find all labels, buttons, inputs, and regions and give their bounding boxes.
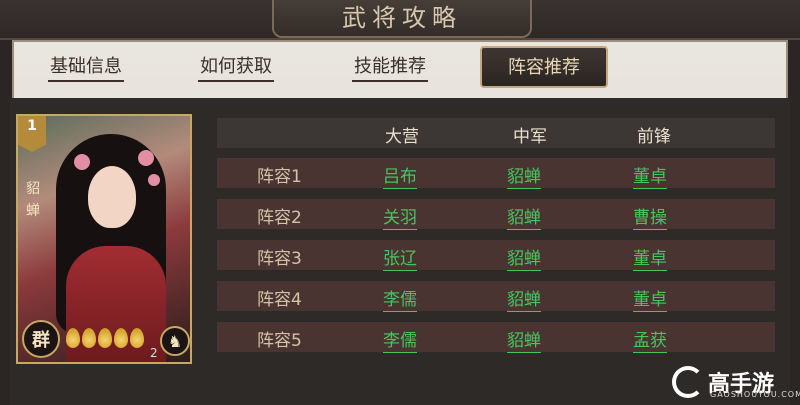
hero-link-dayin[interactable]: 李儒 (383, 285, 417, 312)
hero-link-dayin[interactable]: 关羽 (383, 203, 417, 230)
table-row: 阵容1 吕布 貂蝉 董卓 (217, 158, 775, 189)
flower-icon (148, 174, 160, 186)
hero-portrait-face (88, 166, 136, 228)
hero-link-qianfeng[interactable]: 孟获 (633, 326, 667, 353)
watermark-logo: 高手游 GAOSHOUYOU.COM (672, 362, 800, 402)
lineup-name: 阵容5 (257, 331, 302, 351)
brand-logo-icon (672, 366, 704, 398)
hero-link-zhongjun[interactable]: 貂蝉 (507, 203, 541, 230)
hero-link-zhongjun[interactable]: 貂蝉 (507, 162, 541, 189)
tab-lineup-recommend[interactable]: 阵容推荐 (480, 46, 608, 88)
faction-badge: 群 (22, 320, 60, 358)
flower-icon (74, 154, 90, 170)
hero-level: 2 (150, 346, 158, 360)
tab-how-to-obtain[interactable]: 如何获取 (186, 48, 286, 86)
header-dayin: 大营 (385, 127, 419, 147)
hero-link-zhongjun[interactable]: 貂蝉 (507, 244, 541, 271)
hero-link-dayin[interactable]: 吕布 (383, 162, 417, 189)
tab-label: 阵容推荐 (508, 57, 580, 78)
star-icon (66, 328, 80, 348)
table-row: 阵容3 张辽 貂蝉 董卓 (217, 240, 775, 271)
table-row: 阵容2 关羽 貂蝉 曹操 (217, 199, 775, 230)
brand-url: GAOSHOUYOU.COM (710, 390, 800, 399)
lineup-name: 阵容3 (257, 249, 302, 269)
horse-icon: ♞ (160, 326, 190, 356)
lineup-name: 阵容4 (257, 290, 302, 310)
lineup-name: 阵容1 (257, 167, 302, 187)
hero-link-qianfeng[interactable]: 董卓 (633, 244, 667, 271)
table-header: 大营 中军 前锋 (217, 118, 775, 148)
lineup-name: 阵容2 (257, 208, 302, 228)
star-icon (82, 328, 96, 348)
flower-icon (138, 150, 154, 166)
star-icon (114, 328, 128, 348)
tab-label: 如何获取 (198, 52, 274, 82)
hero-link-qianfeng[interactable]: 董卓 (633, 285, 667, 312)
star-icon (98, 328, 112, 348)
star-icon (130, 328, 144, 348)
hero-link-zhongjun[interactable]: 貂蝉 (507, 285, 541, 312)
hero-link-zhongjun[interactable]: 貂蝉 (507, 326, 541, 353)
tab-label: 技能推荐 (352, 52, 428, 82)
hero-name: 貂 蝉 (26, 181, 40, 219)
table-row: 阵容5 李儒 貂蝉 孟获 (217, 322, 775, 353)
hero-link-qianfeng[interactable]: 曹操 (633, 203, 667, 230)
rank-badge: 1 (18, 116, 46, 152)
tab-skill-recommend[interactable]: 技能推荐 (340, 48, 440, 86)
header-qianfeng: 前锋 (637, 127, 671, 147)
header-zhongjun: 中军 (513, 127, 547, 147)
hero-link-dayin[interactable]: 张辽 (383, 244, 417, 271)
hero-card[interactable]: 1 貂 蝉 群 2 ♞ (16, 114, 192, 364)
hero-link-dayin[interactable]: 李儒 (383, 326, 417, 353)
table-row: 阵容4 李儒 貂蝉 董卓 (217, 281, 775, 312)
page-title: 武将攻略 (272, 0, 532, 38)
tab-basic-info[interactable]: 基础信息 (36, 48, 136, 86)
tab-label: 基础信息 (48, 52, 124, 82)
star-rating (66, 328, 144, 348)
hero-link-qianfeng[interactable]: 董卓 (633, 162, 667, 189)
